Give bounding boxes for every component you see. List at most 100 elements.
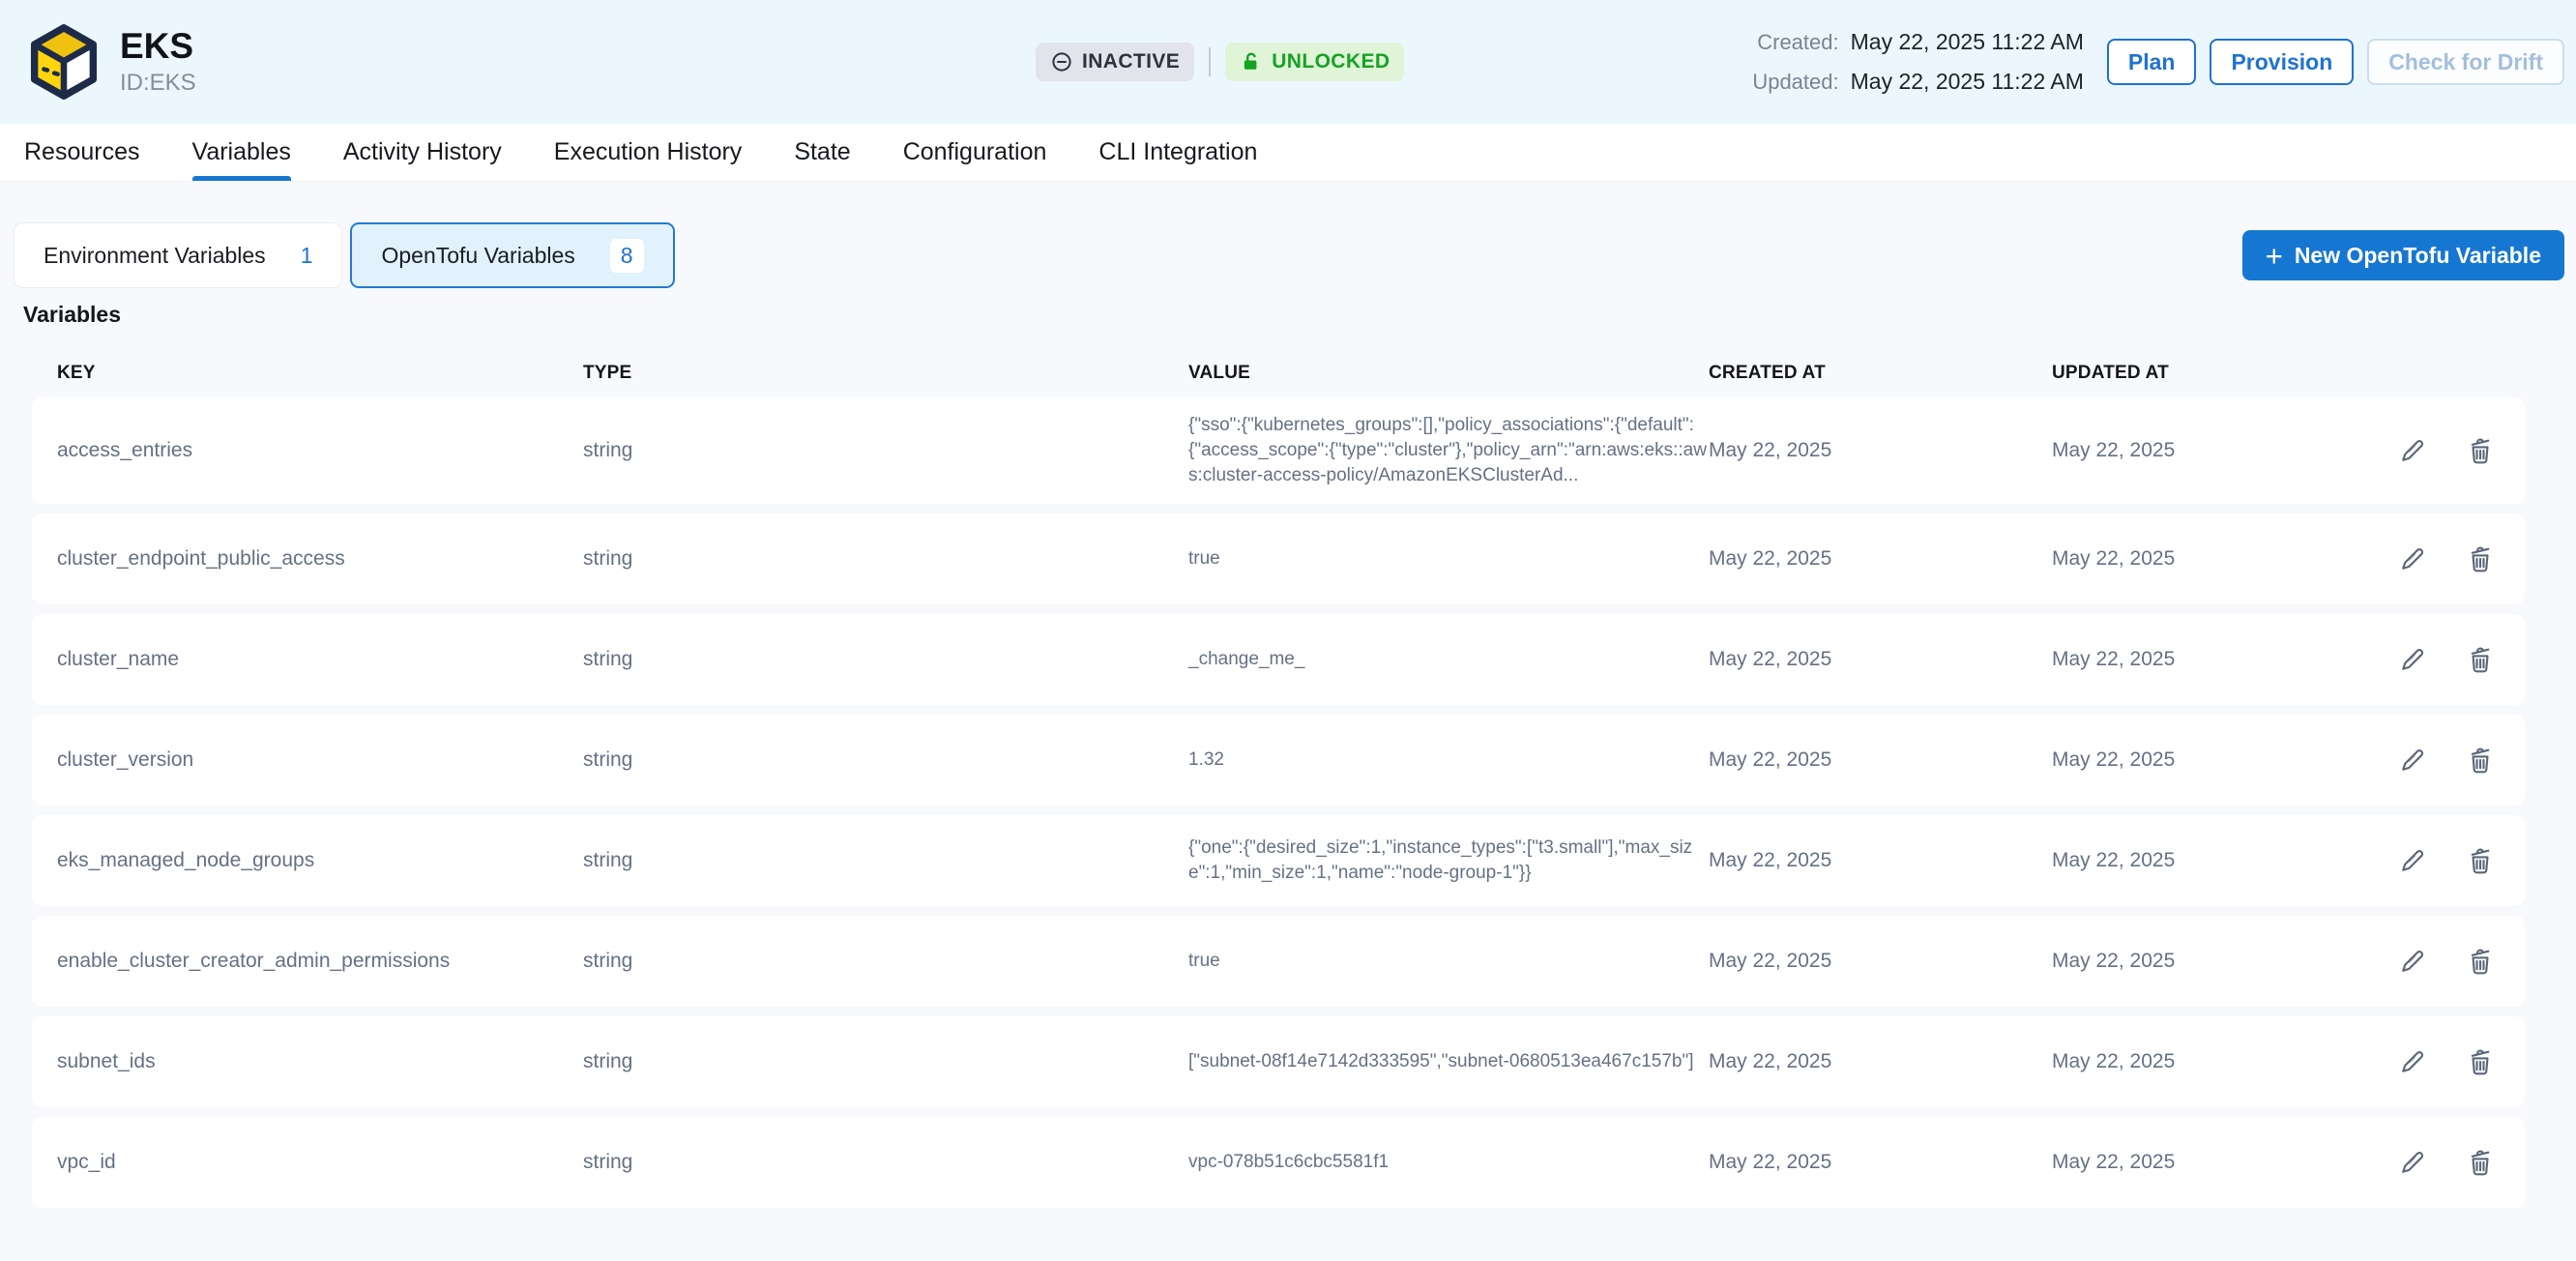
variable-key: cluster_name xyxy=(57,647,583,672)
environment-variables-tab[interactable]: Environment Variables 1 xyxy=(14,222,342,288)
variable-row: enable_cluster_creator_admin_permissions… xyxy=(32,916,2525,1007)
variable-type: string xyxy=(583,438,1188,463)
column-header: TYPE xyxy=(583,363,1188,384)
variable-updated-at: May 22, 2025 xyxy=(2052,438,2378,463)
created-value: May 22, 2025 11:22 AM xyxy=(1851,29,2084,55)
pencil-icon xyxy=(2397,435,2428,466)
updated-label: Updated: xyxy=(1735,70,1839,95)
variable-type: string xyxy=(583,1150,1188,1175)
tab-label: Variables xyxy=(192,138,291,166)
column-header: KEY xyxy=(57,363,583,384)
variable-type: string xyxy=(583,647,1188,672)
variable-key: vpc_id xyxy=(57,1150,583,1175)
variable-count-badge: 1 xyxy=(301,243,313,269)
unlock-icon xyxy=(1240,50,1263,73)
row-actions xyxy=(2378,745,2500,776)
edit-variable-button[interactable] xyxy=(2397,543,2428,574)
pencil-icon xyxy=(2397,845,2428,876)
edit-variable-button[interactable] xyxy=(2397,435,2428,466)
variable-key: subnet_ids xyxy=(57,1049,583,1074)
variable-row: cluster_endpoint_public_access string tr… xyxy=(32,513,2525,604)
trash-icon xyxy=(2465,745,2496,776)
variable-type: string xyxy=(583,949,1188,974)
trash-icon xyxy=(2465,644,2496,675)
variable-key: access_entries xyxy=(57,438,583,463)
edit-variable-button[interactable] xyxy=(2397,745,2428,776)
table-header-row: KEY TYPE VALUE CREATED AT UPDATED AT xyxy=(32,363,2525,384)
tab-bar: Resources Variables Activity History Exe… xyxy=(0,124,2576,182)
provision-button[interactable]: Provision xyxy=(2210,39,2354,85)
edit-variable-button[interactable] xyxy=(2397,1147,2428,1178)
delete-variable-button[interactable] xyxy=(2465,644,2496,675)
row-actions xyxy=(2378,644,2500,675)
tab-execution-history[interactable]: Execution History xyxy=(554,124,743,181)
status-badge-label: UNLOCKED xyxy=(1272,50,1390,73)
variable-created-at: May 22, 2025 xyxy=(1709,1150,2052,1175)
trash-icon xyxy=(2465,845,2496,876)
variable-value: true xyxy=(1188,546,1709,572)
variable-value: 1.32 xyxy=(1188,748,1709,773)
delete-variable-button[interactable] xyxy=(2465,435,2496,466)
pencil-icon xyxy=(2397,1147,2428,1178)
pencil-icon xyxy=(2397,946,2428,977)
created-label: Created: xyxy=(1735,30,1839,55)
edit-variable-button[interactable] xyxy=(2397,644,2428,675)
delete-variable-button[interactable] xyxy=(2465,845,2496,876)
variable-created-at: May 22, 2025 xyxy=(1709,748,2052,773)
edit-variable-button[interactable] xyxy=(2397,946,2428,977)
tab-activity-history[interactable]: Activity History xyxy=(343,124,502,181)
tab-resources[interactable]: Resources xyxy=(24,124,140,181)
tab-label: CLI Integration xyxy=(1098,138,1257,166)
tab-label: State xyxy=(794,138,850,166)
delete-variable-button[interactable] xyxy=(2465,745,2496,776)
variable-type: string xyxy=(583,748,1188,773)
check-for-drift-button[interactable]: Check for Drift xyxy=(2367,39,2564,85)
section-title: Variables xyxy=(23,302,2564,328)
tab-state[interactable]: State xyxy=(794,124,850,181)
trash-icon xyxy=(2465,543,2496,574)
column-header: VALUE xyxy=(1188,363,1709,384)
tab-configuration[interactable]: Configuration xyxy=(903,124,1047,181)
workspace-page: EKS ID:EKS INACTIVE UNLOCKED xyxy=(0,0,2576,1261)
variable-key: eks_managed_node_groups xyxy=(57,848,583,873)
variable-key: cluster_version xyxy=(57,748,583,773)
pencil-icon xyxy=(2397,1046,2428,1077)
variable-created-at: May 22, 2025 xyxy=(1709,546,2052,572)
variable-type-label: OpenTofu Variables xyxy=(381,243,574,269)
trash-icon xyxy=(2465,1046,2496,1077)
delete-variable-button[interactable] xyxy=(2465,1147,2496,1178)
variable-count-badge: 8 xyxy=(610,239,644,273)
tab-variables[interactable]: Variables xyxy=(192,124,291,181)
variable-value: {"one":{"desired_size":1,"instance_types… xyxy=(1188,836,1709,886)
plan-button[interactable]: Plan xyxy=(2107,39,2197,85)
new-button-label: New OpenTofu Variable xyxy=(2295,243,2541,269)
edit-variable-button[interactable] xyxy=(2397,845,2428,876)
column-header: CREATED AT xyxy=(1709,363,2052,384)
row-actions xyxy=(2378,543,2500,574)
delete-variable-button[interactable] xyxy=(2465,543,2496,574)
variable-type: string xyxy=(583,848,1188,873)
variable-value: ["subnet-08f14e7142d333595","subnet-0680… xyxy=(1188,1049,1709,1074)
row-actions xyxy=(2378,1147,2500,1178)
variable-type: string xyxy=(583,1049,1188,1074)
row-actions xyxy=(2378,845,2500,876)
pencil-icon xyxy=(2397,745,2428,776)
edit-variable-button[interactable] xyxy=(2397,1046,2428,1077)
variable-row: eks_managed_node_groups string {"one":{"… xyxy=(32,815,2525,906)
variable-key: enable_cluster_creator_admin_permissions xyxy=(57,949,583,974)
tab-cli-integration[interactable]: CLI Integration xyxy=(1098,124,1257,181)
variable-created-at: May 22, 2025 xyxy=(1709,949,2052,974)
new-opentofu-variable-button[interactable]: + New OpenTofu Variable xyxy=(2242,230,2564,280)
variable-value: {"sso":{"kubernetes_groups":[],"policy_a… xyxy=(1188,413,1709,488)
opentofu-variables-tab[interactable]: OpenTofu Variables 8 xyxy=(350,222,674,288)
trash-icon xyxy=(2465,1147,2496,1178)
tab-label: Resources xyxy=(24,138,140,166)
delete-variable-button[interactable] xyxy=(2465,946,2496,977)
status-badge-unlocked: UNLOCKED xyxy=(1225,43,1404,81)
workspace-header: EKS ID:EKS INACTIVE UNLOCKED xyxy=(0,0,2576,124)
variable-updated-at: May 22, 2025 xyxy=(2052,546,2378,572)
status-badge-inactive: INACTIVE xyxy=(1036,43,1194,81)
delete-variable-button[interactable] xyxy=(2465,1046,2496,1077)
plus-icon: + xyxy=(2266,241,2283,271)
tab-label: Configuration xyxy=(903,138,1047,166)
